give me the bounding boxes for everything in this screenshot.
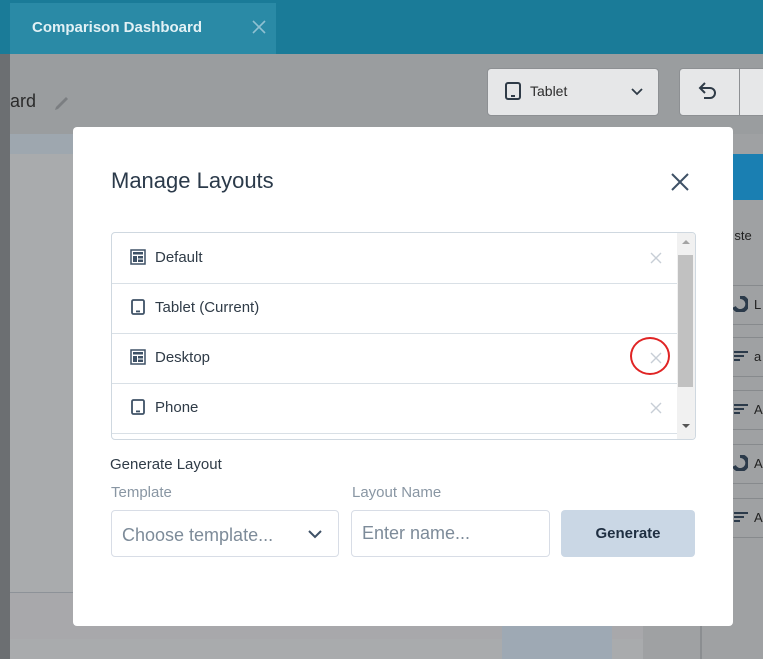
delete-layout-icon[interactable] xyxy=(644,396,668,420)
scroll-down-icon[interactable] xyxy=(681,422,691,430)
left-edge xyxy=(0,54,10,659)
chevron-down-icon xyxy=(630,87,644,97)
layout-icon xyxy=(130,349,146,365)
right-panel-item-label: L xyxy=(754,297,762,312)
dashboard-title: ard xyxy=(10,91,37,111)
layout-name: Tablet (Current) xyxy=(155,299,260,316)
layout-list: Default Tablet (Current) Desktop Phone xyxy=(111,232,696,440)
right-panel-item-label: A xyxy=(754,510,763,525)
layout-row-phone[interactable]: Phone xyxy=(112,383,677,434)
tablet-icon xyxy=(504,81,522,101)
button-divider xyxy=(739,69,740,115)
tablet-icon xyxy=(130,299,146,315)
layout-name: Desktop xyxy=(155,349,211,366)
layout-row-desktop[interactable]: Desktop xyxy=(112,333,677,384)
generate-button[interactable]: Generate xyxy=(561,510,695,557)
pencil-icon[interactable] xyxy=(52,92,72,112)
tab-bar: Comparison Dashboard xyxy=(0,0,763,54)
tab-title: Comparison Dashboard xyxy=(32,19,203,36)
scroll-up-icon[interactable] xyxy=(681,238,691,246)
scrollbar-thumb[interactable] xyxy=(678,255,693,387)
layout-row-default[interactable]: Default xyxy=(112,233,677,284)
layout-row-tablet[interactable]: Tablet (Current) xyxy=(112,283,677,334)
tab-comparison-dashboard[interactable]: Comparison Dashboard xyxy=(10,3,276,54)
template-label: Template xyxy=(111,484,172,501)
template-select[interactable]: Choose template... xyxy=(111,510,339,557)
close-icon[interactable] xyxy=(669,171,691,193)
generate-layout-title: Generate Layout xyxy=(110,456,222,473)
layout-name-label: Layout Name xyxy=(352,484,442,501)
layout-icon xyxy=(130,249,146,265)
delete-layout-icon[interactable] xyxy=(644,246,668,270)
device-dropdown-label: Tablet xyxy=(530,83,568,99)
undo-icon xyxy=(696,82,718,102)
right-panel-button[interactable] xyxy=(729,154,763,200)
layout-name: Default xyxy=(155,249,203,266)
close-icon[interactable] xyxy=(250,18,268,36)
undo-button[interactable] xyxy=(679,68,763,116)
right-panel-item-label: A xyxy=(754,402,763,417)
chevron-down-icon xyxy=(307,529,323,539)
template-select-value: Choose template... xyxy=(122,525,274,545)
right-panel-item-label: a xyxy=(754,349,762,364)
highlight-circle xyxy=(630,337,670,375)
device-dropdown[interactable]: Tablet xyxy=(487,68,659,116)
modal-title: Manage Layouts xyxy=(111,168,274,193)
layout-name-input[interactable] xyxy=(351,510,550,557)
right-panel-item-label: A xyxy=(754,456,763,471)
tablet-icon xyxy=(130,399,146,415)
layout-name: Phone xyxy=(155,399,199,416)
